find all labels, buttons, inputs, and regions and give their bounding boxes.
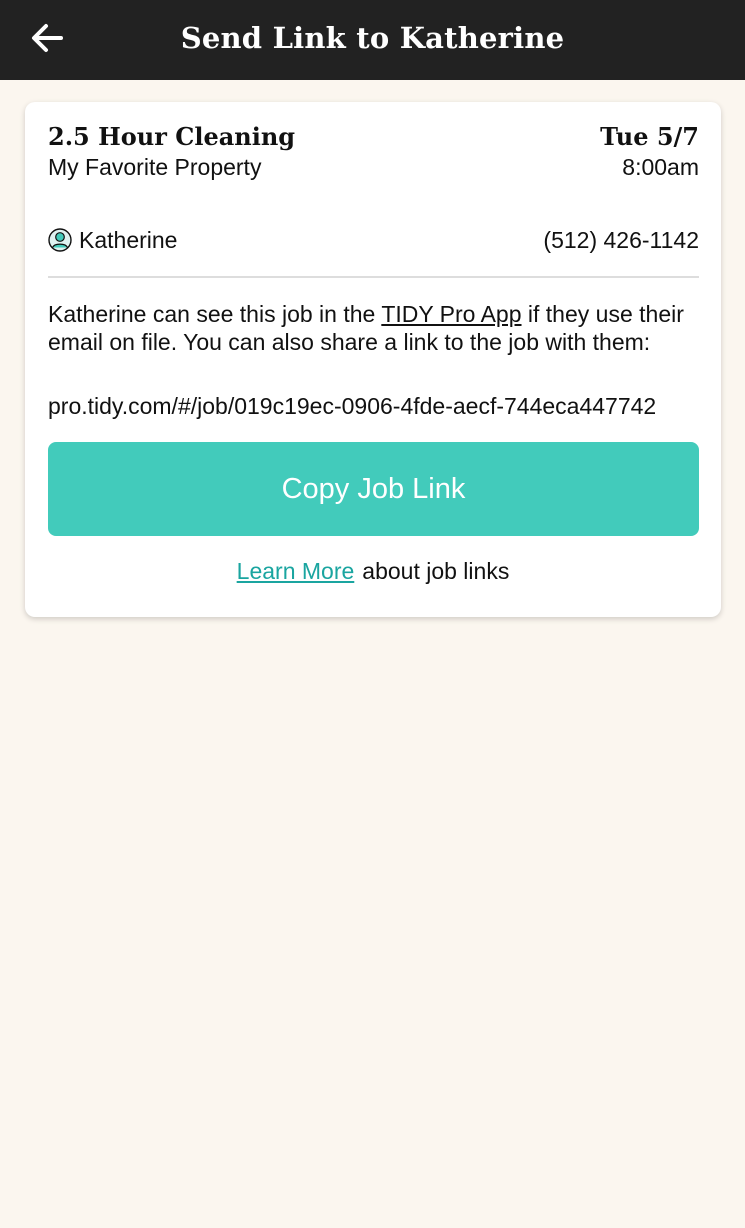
info-prefix: Katherine can see this job in the — [48, 301, 382, 327]
job-url: pro.tidy.com/#/job/019c19ec-0906-4fde-ae… — [48, 393, 657, 419]
tidy-pro-app-link[interactable]: TIDY Pro App — [381, 301, 521, 327]
divider — [48, 276, 699, 278]
learn-more-row: Learn More about job links — [25, 558, 721, 585]
job-title: 2.5 Hour Cleaning — [48, 122, 296, 151]
learn-more-link[interactable]: Learn More — [237, 558, 355, 584]
person-name: Katherine — [79, 227, 178, 253]
learn-more-suffix: about job links — [362, 558, 510, 584]
person-circle-icon — [48, 228, 72, 252]
copy-job-link-button[interactable]: Copy Job Link — [48, 442, 699, 536]
page-title: Send Link to Katherine — [180, 21, 565, 55]
job-card: 2.5 Hour Cleaning My Favorite Property T… — [25, 102, 721, 617]
person-row: Katherine (512) 426-1142 — [48, 227, 699, 257]
job-time: 8:00am — [622, 154, 699, 180]
top-bar: Send Link to Katherine — [0, 0, 745, 80]
job-date: Tue 5/7 — [600, 122, 699, 151]
job-property: My Favorite Property — [48, 154, 262, 180]
info-text: Katherine can see this job in the TIDY P… — [48, 300, 699, 356]
person-phone[interactable]: (512) 426-1142 — [543, 227, 699, 254]
